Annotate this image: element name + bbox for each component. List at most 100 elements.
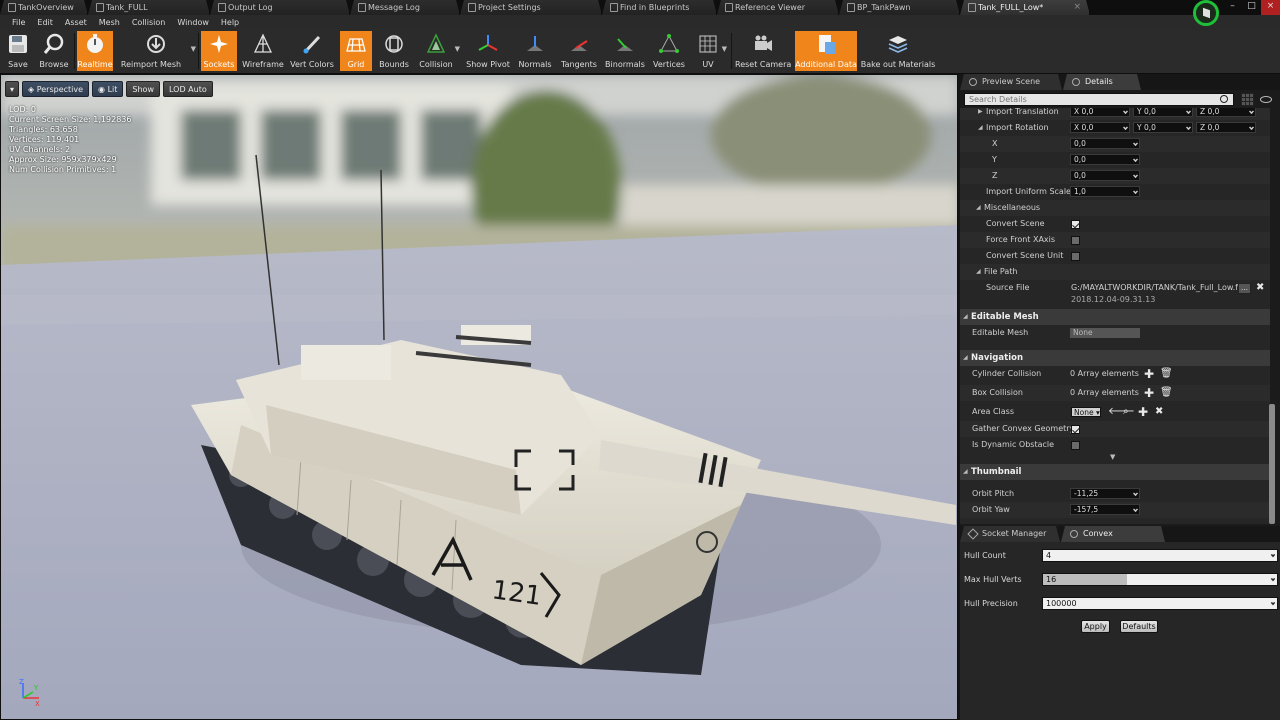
translation-y-field[interactable]: Y 0,0 (1133, 108, 1193, 117)
realtime-toggle[interactable]: Realtime (77, 31, 113, 71)
minimize-icon[interactable]: – (1223, 0, 1242, 15)
show-pivot-toggle[interactable]: Show Pivot (465, 31, 511, 71)
tab-convex-decomposition[interactable]: Convex Decompos (1061, 526, 1165, 542)
chevron-down-icon[interactable]: ▼ (191, 45, 196, 53)
show-button[interactable]: Show (126, 81, 160, 97)
tab-tankoverview[interactable]: TankOverview (0, 0, 88, 15)
grid-toggle[interactable]: Grid (340, 31, 372, 71)
force-front-xaxis-checkbox[interactable] (1071, 236, 1080, 245)
source-control-icon[interactable] (1193, 0, 1219, 26)
trash-icon[interactable]: 🗑 (1160, 366, 1173, 382)
property-matrix-icon[interactable] (1241, 93, 1254, 106)
editable-mesh-field[interactable]: None (1070, 328, 1140, 338)
menu-edit[interactable]: Edit (31, 15, 59, 30)
clear-icon[interactable]: ✖ (1256, 280, 1264, 296)
maximize-icon[interactable]: □ (1242, 0, 1261, 15)
area-class-dropdown[interactable]: None ▾ (1071, 407, 1101, 417)
hull-precision-field[interactable]: 100000 (1042, 597, 1278, 610)
reimport-mesh-button[interactable]: Reimport Mesh ▼ (116, 31, 196, 71)
menu-asset[interactable]: Asset (59, 15, 93, 30)
save-button[interactable]: Save (2, 31, 34, 71)
section-file-path[interactable]: ◢ File Path (960, 264, 1270, 280)
convert-scene-checkbox[interactable] (1071, 220, 1080, 229)
browse-button[interactable]: Browse (36, 31, 72, 71)
apply-button[interactable]: Apply (1081, 620, 1110, 633)
uv-button[interactable]: UV ▼ (691, 31, 727, 71)
section-miscellaneous[interactable]: ◢ Miscellaneous (960, 200, 1270, 216)
reset-camera-button[interactable]: Reset Camera (735, 31, 791, 71)
viewport-options-dropdown[interactable]: ▾ (5, 81, 19, 97)
sockets-toggle[interactable]: Sockets (201, 31, 237, 71)
tab-reference-viewer[interactable]: Reference Viewer (717, 0, 839, 15)
menu-collision[interactable]: Collision (126, 15, 172, 30)
perspective-button[interactable]: ◈ Perspective (22, 81, 90, 97)
tab-find-in-blueprints[interactable]: Find in Blueprints (602, 0, 717, 15)
menu-window[interactable]: Window (171, 15, 215, 30)
category-navigation[interactable]: ◢ Navigation (960, 350, 1270, 366)
uniform-scale-field[interactable]: 1,0 (1070, 186, 1140, 197)
additional-data-toggle[interactable]: Additional Data (795, 31, 857, 71)
browse-file-icon[interactable]: … (1238, 283, 1251, 294)
bounds-toggle[interactable]: Bounds (376, 31, 412, 71)
close-window-icon[interactable]: × (1261, 0, 1280, 15)
bake-out-materials-button[interactable]: Bake out Materials (860, 31, 936, 71)
rotation-z-value[interactable]: 0,0 (1070, 170, 1140, 181)
tab-details[interactable]: Details (1063, 74, 1141, 90)
defaults-button[interactable]: Defaults (1120, 620, 1158, 633)
translation-z-field[interactable]: Z 0,0 (1196, 108, 1256, 117)
lod-button[interactable]: LOD Auto (163, 81, 213, 97)
tangents-toggle[interactable]: Tangents (558, 31, 600, 71)
tab-preview-scene-settings[interactable]: Preview Scene Sett (960, 74, 1062, 90)
vert-colors-toggle[interactable]: Vert Colors (289, 31, 335, 71)
orbit-yaw-field[interactable]: -157,5 (1070, 504, 1140, 515)
chevron-down-icon[interactable]: ▼ (455, 45, 460, 53)
category-editable-mesh[interactable]: ◢ Editable Mesh (960, 309, 1270, 325)
rotation-z-field[interactable]: Z 0,0 (1196, 122, 1256, 133)
chevron-down-icon[interactable]: ▼ (722, 45, 727, 53)
lit-button[interactable]: ◉ Lit (92, 81, 124, 97)
mesh-preview-viewport[interactable]: 121 ▾ ◈ Perspective ◉ Lit Show LOD Auto … (0, 74, 958, 720)
search-details-input[interactable] (964, 93, 1234, 106)
hull-count-field[interactable]: 4 (1042, 549, 1278, 562)
orbit-pitch-field[interactable]: -11,25 (1070, 488, 1140, 499)
binormals-toggle[interactable]: Binormals (603, 31, 647, 71)
add-element-icon[interactable]: ✚ (1144, 366, 1154, 382)
tab-project-settings[interactable]: Project Settings (460, 0, 602, 15)
rotation-x-value[interactable]: 0,0 (1070, 138, 1140, 149)
new-class-icon[interactable]: ✚ (1138, 404, 1148, 420)
normals-toggle[interactable]: Normals (515, 31, 555, 71)
wireframe-toggle[interactable]: Wireframe (240, 31, 286, 71)
rotation-y-value[interactable]: 0,0 (1070, 154, 1140, 165)
translation-x-field[interactable]: X 0,0 (1070, 108, 1130, 117)
clear-icon[interactable]: ✖ (1155, 404, 1163, 420)
expand-arrow-icon[interactable]: ▶ (978, 108, 983, 120)
tab-socket-manager[interactable]: Socket Manager (960, 526, 1060, 542)
rotation-y-field[interactable]: Y 0,0 (1133, 122, 1193, 133)
is-dynamic-checkbox[interactable] (1071, 441, 1080, 450)
add-element-icon[interactable]: ✚ (1144, 385, 1154, 401)
gather-convex-checkbox[interactable] (1071, 425, 1080, 434)
tab-tank-full[interactable]: Tank_FULL (88, 0, 210, 15)
menu-mesh[interactable]: Mesh (93, 15, 126, 30)
row-advanced[interactable]: ▼ (960, 453, 1270, 463)
details-scrollbar[interactable] (1269, 404, 1275, 524)
convert-scene-unit-checkbox[interactable] (1071, 252, 1080, 261)
tab-message-log[interactable]: Message Log (350, 0, 460, 15)
tab-bp-tankpawn[interactable]: BP_TankPawn (839, 0, 960, 15)
eye-icon[interactable] (1260, 96, 1272, 103)
menu-file[interactable]: File (6, 15, 31, 30)
menu-help[interactable]: Help (215, 15, 245, 30)
collision-toggle[interactable]: Collision ▼ (414, 31, 460, 71)
rotation-x-field[interactable]: X 0,0 (1070, 122, 1130, 133)
browse-search-icon[interactable]: ⌕ (1123, 404, 1129, 420)
use-selected-arrow-icon[interactable]: 🡐 (1108, 404, 1135, 420)
max-hull-verts-slider[interactable]: 16 (1042, 573, 1278, 586)
trash-icon[interactable]: 🗑 (1160, 385, 1173, 401)
category-thumbnail[interactable]: ◢ Thumbnail (960, 464, 1270, 480)
tab-tank-full-low[interactable]: Tank_FULL_Low* × (960, 0, 1090, 15)
tab-output-log[interactable]: Output Log (210, 0, 350, 15)
close-tab-icon[interactable]: × (1073, 0, 1081, 15)
expand-advanced-icon[interactable]: ▼ (1110, 449, 1115, 465)
vertices-toggle[interactable]: Vertices (650, 31, 688, 71)
collapse-arrow-icon[interactable]: ◢ (978, 120, 983, 136)
